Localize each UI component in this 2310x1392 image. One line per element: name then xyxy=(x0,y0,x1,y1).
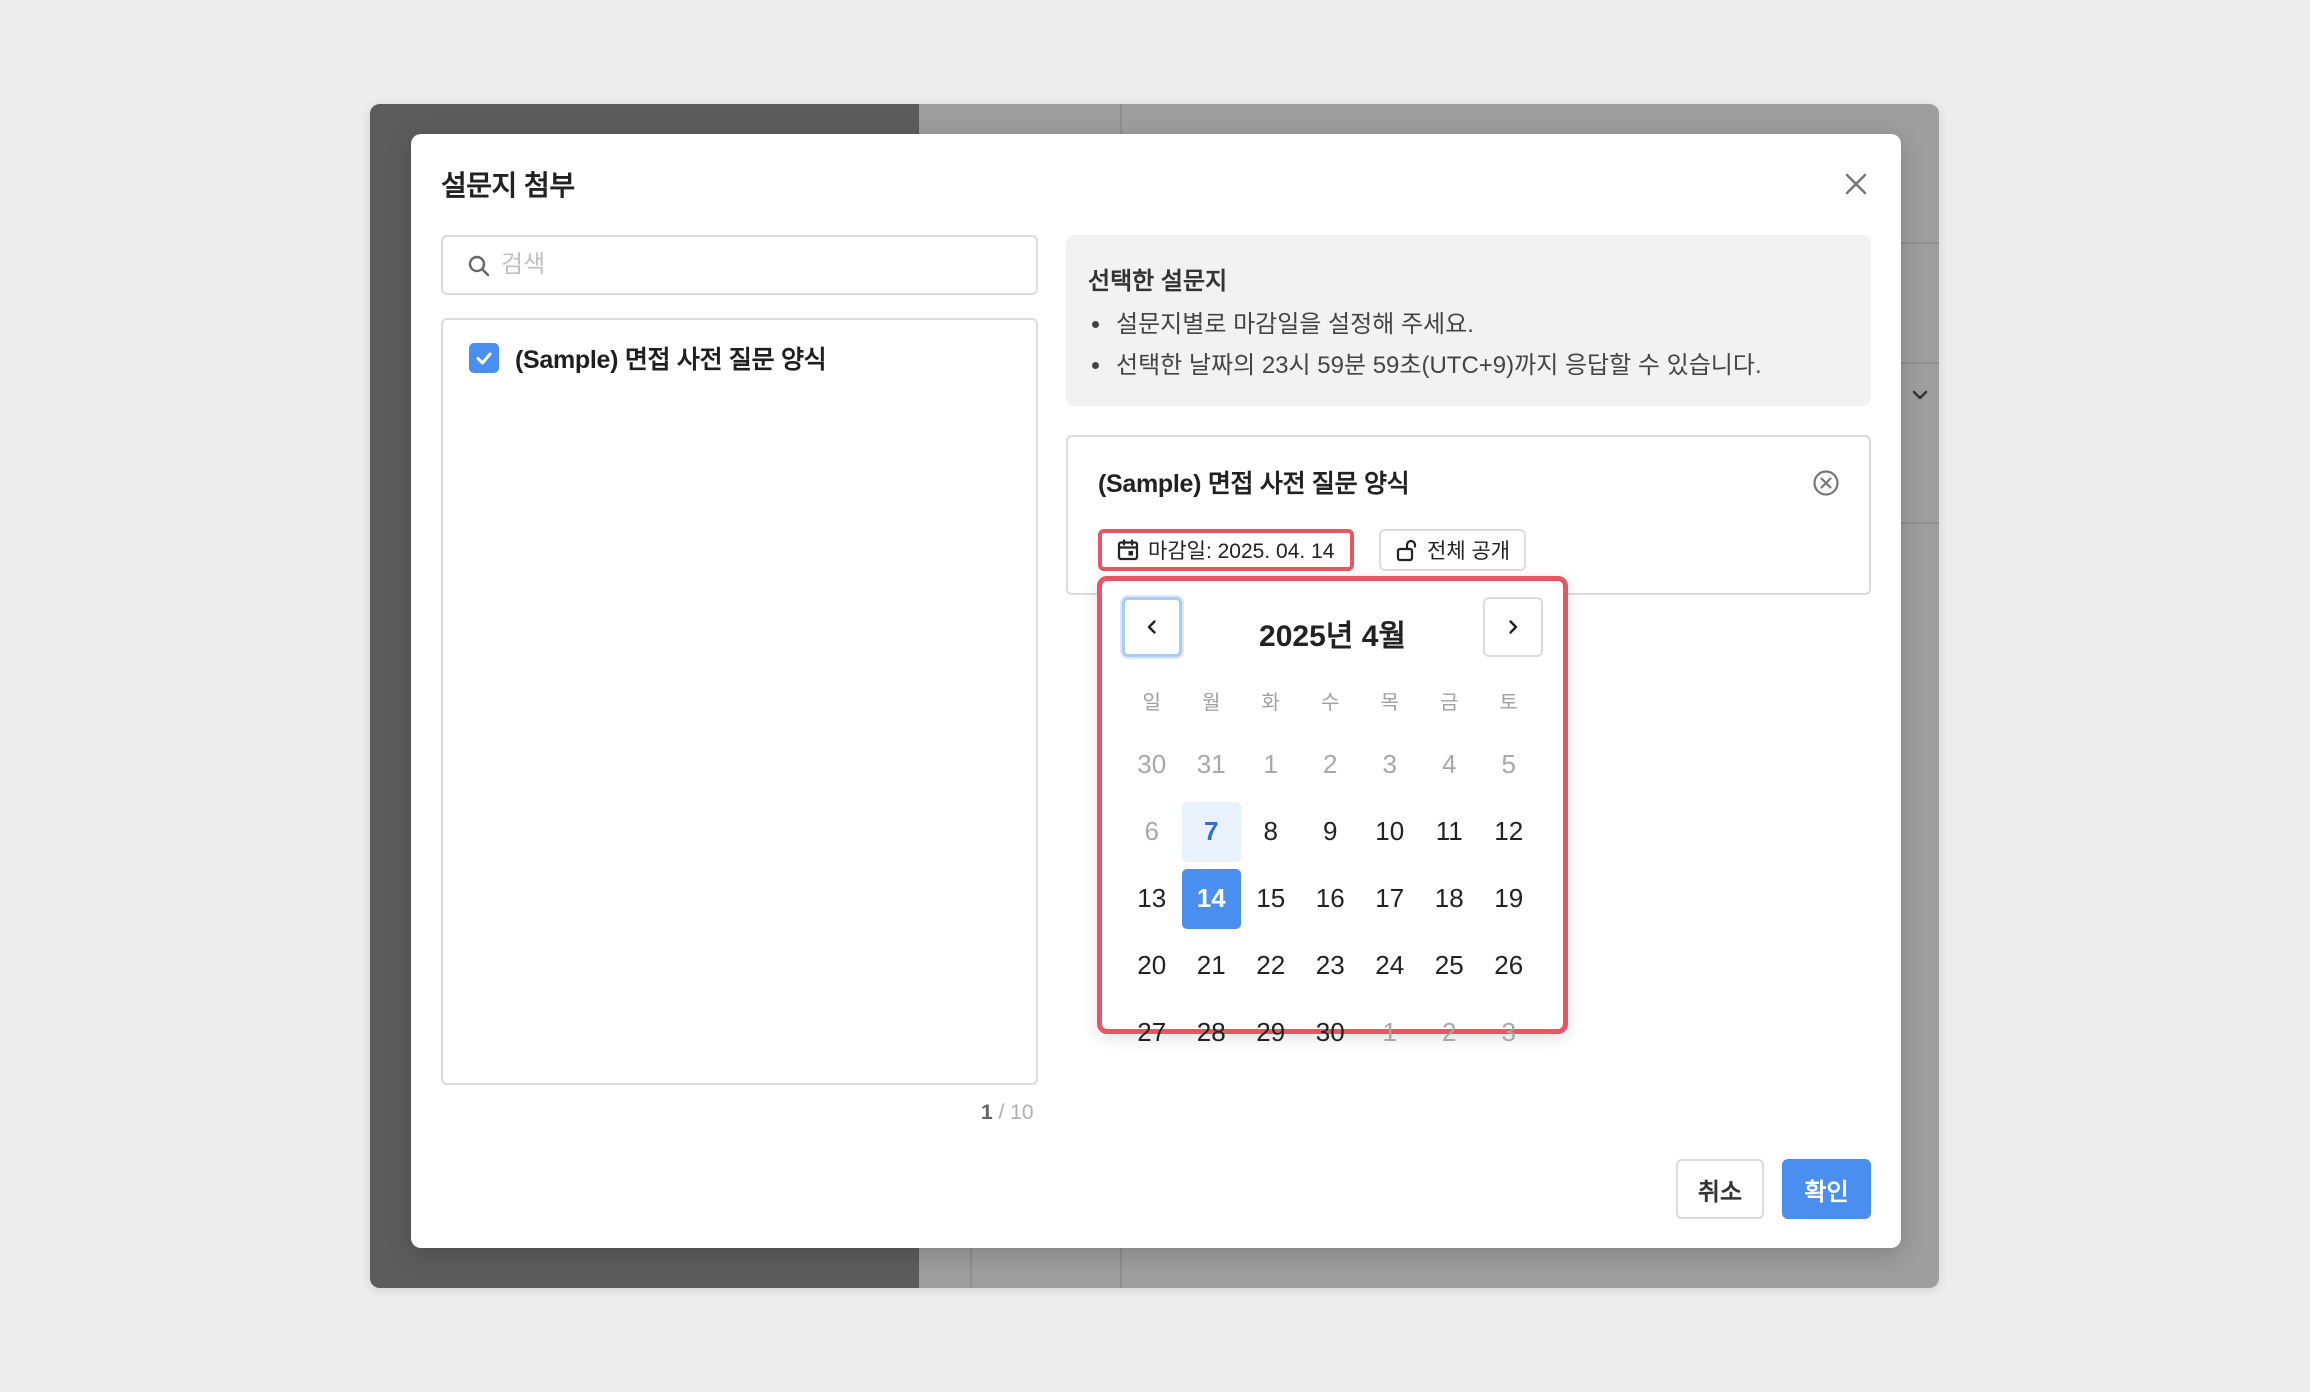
survey-checkbox[interactable] xyxy=(469,343,499,373)
calendar-day-selected[interactable]: 14 xyxy=(1181,868,1241,929)
calendar-weekdays: 일월화수목금토 xyxy=(1122,686,1539,715)
calendar-day[interactable]: 20 xyxy=(1122,936,1182,996)
calendar-day[interactable]: 29 xyxy=(1241,1003,1301,1063)
visibility-button[interactable]: 전체 공개 xyxy=(1379,529,1527,571)
survey-list: (Sample) 면접 사전 질문 양식 xyxy=(441,318,1038,1085)
calendar-week: 6 7 8 9 10 11 12 xyxy=(1122,798,1539,865)
calendar-day[interactable]: 24 xyxy=(1360,936,1420,996)
page-separator: / xyxy=(998,1101,1005,1124)
calendar-day[interactable]: 15 xyxy=(1241,869,1301,929)
calendar-day[interactable]: 19 xyxy=(1479,869,1539,929)
calendar-day[interactable]: 25 xyxy=(1420,936,1480,996)
page-current: 1 xyxy=(981,1101,993,1124)
calendar-day[interactable]: 28 xyxy=(1182,1003,1242,1063)
calendar-week: 27 28 29 30 1 2 3 xyxy=(1122,999,1539,1066)
search-input[interactable] xyxy=(501,245,1021,285)
page-total: 10 xyxy=(1010,1101,1034,1124)
list-item[interactable]: (Sample) 면접 사전 질문 양식 xyxy=(469,338,827,378)
calendar-day[interactable]: 21 xyxy=(1182,936,1242,996)
close-button[interactable] xyxy=(1836,164,1876,204)
calendar-day[interactable]: 17 xyxy=(1360,869,1420,929)
chevron-down-icon xyxy=(1905,384,1935,414)
background-divider xyxy=(1900,362,1939,364)
calendar-day[interactable]: 8 xyxy=(1241,802,1301,862)
selected-survey-card: (Sample) 면접 사전 질문 양식 마감일: 2025. 04. 14 전… xyxy=(1066,435,1871,595)
cancel-button[interactable]: 취소 xyxy=(1676,1159,1764,1219)
info-title: 선택한 설문지 xyxy=(1088,268,1228,295)
info-bullets: 설문지별로 마감일을 설정해 주세요. 선택한 날짜의 23시 59분 59초(… xyxy=(1088,304,1762,386)
calendar-day[interactable]: 1 xyxy=(1241,735,1301,795)
search-icon xyxy=(468,255,490,277)
calendar-day[interactable]: 2 xyxy=(1420,1003,1480,1063)
calendar-day[interactable]: 27 xyxy=(1122,1003,1182,1063)
info-bullet: 설문지별로 마감일을 설정해 주세요. xyxy=(1088,304,1762,345)
list-item-label: (Sample) 면접 사전 질문 양식 xyxy=(515,346,827,374)
calendar-day[interactable]: 26 xyxy=(1479,936,1539,996)
calendar-day[interactable]: 1 xyxy=(1360,1003,1420,1063)
confirm-button[interactable]: 확인 xyxy=(1782,1159,1871,1219)
calendar-weekday: 일 xyxy=(1142,692,1161,714)
calendar-day[interactable]: 30 xyxy=(1122,735,1182,795)
calendar-day[interactable]: 11 xyxy=(1420,802,1480,862)
close-circle-icon xyxy=(1813,470,1839,496)
deadline-button[interactable]: 마감일: 2025. 04. 14 xyxy=(1098,529,1355,571)
selected-survey-title: (Sample) 면접 사전 질문 양식 xyxy=(1098,470,1410,498)
calendar-day[interactable]: 16 xyxy=(1301,869,1361,929)
calendar-weekday: 목 xyxy=(1380,692,1399,714)
calendar-day[interactable]: 10 xyxy=(1360,802,1420,862)
calendar-day[interactable]: 12 xyxy=(1479,802,1539,862)
modal-title: 설문지 첨부 xyxy=(441,170,575,201)
selected-survey-info: 선택한 설문지 설문지별로 마감일을 설정해 주세요. 선택한 날짜의 23시 … xyxy=(1066,235,1871,406)
page-indicator: 1 / 10 xyxy=(981,1101,1034,1125)
calendar-day[interactable]: 9 xyxy=(1301,802,1361,862)
calendar-day[interactable]: 22 xyxy=(1241,936,1301,996)
calendar-day[interactable]: 18 xyxy=(1420,869,1480,929)
deadline-label: 마감일: 2025. 04. 14 xyxy=(1148,540,1335,563)
next-month-button[interactable] xyxy=(1483,597,1543,657)
calendar-week: 20 21 22 23 24 25 26 xyxy=(1122,932,1539,999)
date-picker: 2025년 4월 일월화수목금토 30 31 1 2 3 4 5 6 7 8 9 10 11 12 13 14… xyxy=(1097,576,1568,1047)
attach-survey-modal: 설문지 첨부 (Sample) 면접 사전 질문 양식 1 / 10 선택한 xyxy=(411,134,1901,1248)
calendar-day[interactable]: 30 xyxy=(1301,1003,1361,1063)
chevron-right-icon xyxy=(1509,620,1518,634)
calendar-day[interactable]: 31 xyxy=(1182,735,1242,795)
calendar-day[interactable]: 6 xyxy=(1122,802,1182,862)
calendar-weekday: 월 xyxy=(1202,692,1221,714)
calendar-icon xyxy=(1117,539,1139,561)
calendar-day-today[interactable]: 7 xyxy=(1181,801,1241,862)
calendar-week: 30 31 1 2 3 4 5 xyxy=(1122,731,1539,798)
search-field[interactable] xyxy=(441,235,1038,295)
visibility-label: 전체 공개 xyxy=(1427,540,1511,563)
background-divider xyxy=(1900,522,1939,524)
calendar-day[interactable]: 4 xyxy=(1420,735,1480,795)
calendar-day[interactable]: 23 xyxy=(1301,936,1361,996)
background-divider xyxy=(1900,242,1939,244)
calendar-weekday: 토 xyxy=(1499,692,1518,714)
calendar-day[interactable]: 2 xyxy=(1301,735,1361,795)
calendar-day[interactable]: 3 xyxy=(1360,735,1420,795)
check-icon xyxy=(476,352,492,365)
calendar-grid: 30 31 1 2 3 4 5 6 7 8 9 10 11 12 13 14 15 16 17 18 19 20 21 22 2… xyxy=(1122,731,1539,1066)
calendar-weekday: 수 xyxy=(1321,692,1340,714)
calendar-day[interactable]: 13 xyxy=(1122,869,1182,929)
unlock-icon xyxy=(1396,539,1417,562)
background-divider xyxy=(970,1244,972,1288)
remove-survey-button[interactable] xyxy=(1811,468,1841,498)
calendar-weekday: 화 xyxy=(1261,692,1280,714)
close-icon xyxy=(1845,173,1867,195)
calendar-day[interactable]: 3 xyxy=(1479,1003,1539,1063)
calendar-weekday: 금 xyxy=(1440,692,1459,714)
calendar-week: 13 14 15 16 17 18 19 xyxy=(1122,865,1539,932)
calendar-day[interactable]: 5 xyxy=(1479,735,1539,795)
info-bullet: 선택한 날짜의 23시 59분 59초(UTC+9)까지 응답할 수 있습니다. xyxy=(1088,345,1762,386)
